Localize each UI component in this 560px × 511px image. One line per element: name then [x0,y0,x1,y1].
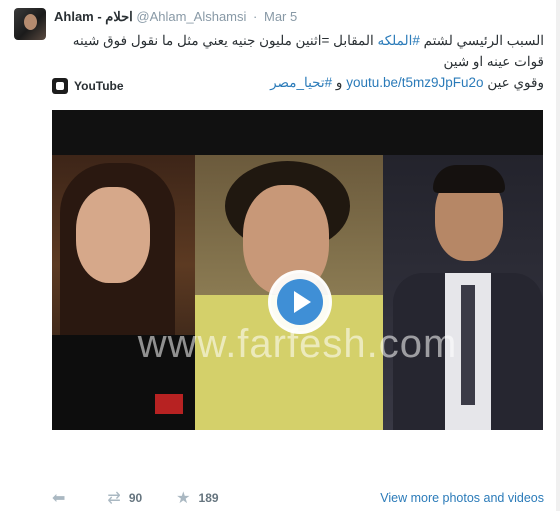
hashtag-link[interactable]: #تحيا_مصر [270,75,332,90]
card-source[interactable]: YouTube [52,78,124,94]
reply-icon: ⬅ [52,490,66,507]
view-more-media-link[interactable]: View more photos and videos [380,491,544,505]
tweet-actions: ⬅ ⇄ 90 ★ 189 View more photos and videos [52,486,544,510]
tweet-header: Ahlam - احلام @Ahlam_Alshamsi · Mar 5 [54,9,297,25]
star-icon: ★ [176,490,191,507]
video-frame-left [52,155,195,430]
avatar-face [24,14,37,30]
tweet-text-segment: وقوي عين [487,75,544,90]
reply-button[interactable]: ⬅ [52,488,73,508]
separator-dot: · [253,9,258,24]
hashtag-link[interactable]: #الملكه [377,33,419,48]
tweet-text-segment: السبب الرئيسي لشتم [423,33,544,48]
youtube-icon [52,78,68,94]
retweet-button[interactable]: ⇄ 90 [107,488,142,508]
retweet-icon: ⇄ [107,490,121,507]
avatar[interactable] [14,8,46,40]
favorite-count: 189 [198,491,219,505]
youtube-link[interactable]: youtu.be/t5mz9JpFu2o [346,75,483,90]
user-handle[interactable]: @Ahlam_Alshamsi [136,9,246,24]
play-icon [277,279,323,325]
tweet-text-segment: و [335,75,343,90]
scrollbar[interactable] [556,0,560,511]
play-button[interactable] [268,270,332,334]
channel-logo [155,394,183,414]
card-source-label: YouTube [74,79,124,93]
retweet-count: 90 [128,491,143,505]
tweet: Ahlam - احلام @Ahlam_Alshamsi · Mar 5 ال… [0,0,560,511]
video-frame-right [383,155,543,430]
favorite-button[interactable]: ★ 189 [176,488,218,508]
timestamp[interactable]: Mar 5 [264,9,297,24]
tweet-text: السبب الرئيسي لشتم #الملكه المقابل =اثني… [54,30,544,93]
video-player[interactable]: www.farfesh.com [52,110,543,430]
user-fullname[interactable]: Ahlam - احلام [54,9,133,24]
